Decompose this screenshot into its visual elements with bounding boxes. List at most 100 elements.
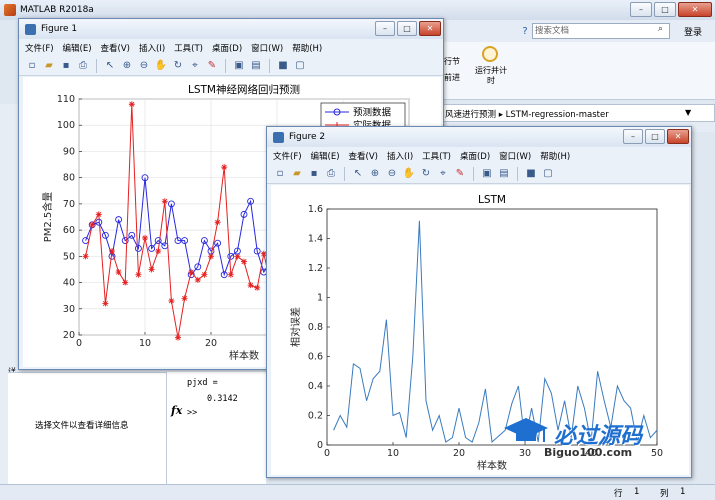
figure2-menubar: 文件(F) 编辑(E) 查看(V) 插入(I) 工具(T) 桌面(D) 窗口(W… xyxy=(267,148,691,164)
link-plot-icon[interactable]: ▣ xyxy=(232,59,246,73)
rotate-icon[interactable]: ↻ xyxy=(171,59,185,73)
figure1-minimize-button[interactable]: – xyxy=(375,21,395,36)
matlab-logo-icon xyxy=(4,4,16,16)
pan-icon[interactable]: ✋ xyxy=(402,167,416,181)
address-bar[interactable]: 风速进行预测 ▸ LSTM-regression-master ▼ xyxy=(440,104,715,122)
open-folder-icon[interactable]: ▰ xyxy=(42,59,56,73)
rotate-icon[interactable]: ↻ xyxy=(419,167,433,181)
menu-tools[interactable]: 工具(T) xyxy=(422,150,451,162)
cmd-prompt[interactable]: >> xyxy=(187,408,197,418)
y-tick-label: 1.2 xyxy=(308,263,323,274)
colorbar-icon[interactable]: ▤ xyxy=(497,167,511,181)
zoom-out-icon[interactable]: ⊖ xyxy=(385,167,399,181)
new-file-icon[interactable]: ▫ xyxy=(273,167,287,181)
address-dropdown-icon[interactable]: ▼ xyxy=(685,108,691,117)
data-cursor-icon[interactable]: ⌖ xyxy=(188,59,202,73)
link-plot-icon[interactable]: ▣ xyxy=(480,167,494,181)
actual-point xyxy=(142,234,148,241)
menu-help[interactable]: 帮助(H) xyxy=(292,42,322,54)
command-window[interactable]: pjxd = 0.3142 fx >> xyxy=(166,372,266,484)
y-tick-label: 1.4 xyxy=(308,234,323,245)
print-icon[interactable]: ⎙ xyxy=(76,59,90,73)
actual-point xyxy=(128,101,135,108)
menu-view[interactable]: 查看(V) xyxy=(349,150,378,162)
x-tick-label: 20 xyxy=(205,338,217,349)
y-tick-label: 0.2 xyxy=(308,411,323,422)
save-icon[interactable]: ▪ xyxy=(307,167,321,181)
menu-edit[interactable]: 编辑(E) xyxy=(63,42,92,54)
brush-icon[interactable]: ✎ xyxy=(205,59,219,73)
close-button[interactable]: ✕ xyxy=(678,2,712,17)
actual-point xyxy=(175,334,181,341)
actual-point xyxy=(135,271,142,278)
ribbon-run-section[interactable]: 行节 xyxy=(444,56,460,67)
figure-icon xyxy=(25,23,36,35)
figure2-close-button[interactable]: ✕ xyxy=(667,129,689,144)
address-path[interactable]: 风速进行预测 ▸ LSTM-regression-master xyxy=(445,108,609,120)
y-tick-label: 20 xyxy=(63,330,75,341)
details-text: 选择文件以查看详细信息 xyxy=(35,421,129,431)
data-cursor-icon[interactable]: ⌖ xyxy=(436,167,450,181)
colorbar-icon[interactable]: ▤ xyxy=(249,59,263,73)
minimize-button[interactable]: – xyxy=(630,2,652,17)
pan-icon[interactable]: ✋ xyxy=(154,59,168,73)
login-button[interactable]: 登录 xyxy=(684,25,702,38)
menu-window[interactable]: 窗口(W) xyxy=(499,150,531,162)
menu-desktop[interactable]: 桌面(D) xyxy=(460,150,490,162)
hide-plot-tools-icon[interactable]: ■ xyxy=(524,167,538,181)
y-tick-label: 50 xyxy=(63,251,75,262)
zoom-in-icon[interactable]: ⊕ xyxy=(368,167,382,181)
actual-point xyxy=(122,279,129,286)
run-and-time-icon[interactable] xyxy=(482,46,498,62)
brush-icon[interactable]: ✎ xyxy=(453,167,467,181)
menu-help[interactable]: 帮助(H) xyxy=(540,150,570,162)
figure1-close-button[interactable]: ✕ xyxy=(419,21,441,36)
menu-edit[interactable]: 编辑(E) xyxy=(311,150,340,162)
print-icon[interactable]: ⎙ xyxy=(324,167,338,181)
menu-file[interactable]: 文件(F) xyxy=(273,150,302,162)
details-panel: 选择文件以查看详细信息 xyxy=(8,372,166,484)
new-file-icon[interactable]: ▫ xyxy=(25,59,39,73)
cmd-variable: pjxd = xyxy=(187,378,218,388)
search-icon[interactable]: ⌕ xyxy=(658,24,663,34)
maximize-button[interactable]: □ xyxy=(654,2,676,17)
show-plot-tools-icon[interactable]: ▢ xyxy=(541,167,555,181)
zoom-out-icon[interactable]: ⊖ xyxy=(137,59,151,73)
x-tick-label: 0 xyxy=(324,448,330,459)
menu-view[interactable]: 查看(V) xyxy=(101,42,130,54)
x-tick-label: 0 xyxy=(76,338,82,349)
quick-access-bar: ? ▼ 搜索文档 ⌕ 登录 xyxy=(440,20,715,42)
actual-point xyxy=(214,219,221,226)
fx-icon[interactable]: fx xyxy=(171,404,182,417)
chart-title: LSTM神经网络回归预测 xyxy=(188,83,300,96)
x-tick-label: 10 xyxy=(139,338,151,349)
search-docs-input[interactable]: 搜索文档 xyxy=(532,23,670,39)
y-tick-label: 110 xyxy=(57,94,75,105)
menu-insert[interactable]: 插入(I) xyxy=(139,42,165,54)
y-tick-label: 1.6 xyxy=(308,204,323,215)
ribbon-advance[interactable]: 前进 xyxy=(444,72,460,83)
menu-insert[interactable]: 插入(I) xyxy=(387,150,413,162)
ribbon-run-time[interactable]: 运行并计时 xyxy=(475,66,507,86)
open-folder-icon[interactable]: ▰ xyxy=(290,167,304,181)
pointer-icon[interactable]: ↖ xyxy=(351,167,365,181)
actual-point xyxy=(254,284,261,291)
figure2-minimize-button[interactable]: – xyxy=(623,129,643,144)
status-row-label: 行 xyxy=(614,489,623,499)
figure1-maximize-button[interactable]: □ xyxy=(397,21,417,36)
hide-plot-tools-icon[interactable]: ■ xyxy=(276,59,290,73)
save-icon[interactable]: ▪ xyxy=(59,59,73,73)
menu-file[interactable]: 文件(F) xyxy=(25,42,54,54)
y-tick-label: 0 xyxy=(317,440,323,451)
x-axis-label: 样本数 xyxy=(477,459,507,472)
show-plot-tools-icon[interactable]: ▢ xyxy=(293,59,307,73)
figure2-maximize-button[interactable]: □ xyxy=(645,129,665,144)
figure2-toolbar: ▫ ▰ ▪ ⎙ ↖ ⊕ ⊖ ✋ ↻ ⌖ ✎ ▣ ▤ ■ ▢ xyxy=(267,164,691,184)
actual-point xyxy=(234,253,241,260)
actual-point xyxy=(201,271,208,278)
zoom-in-icon[interactable]: ⊕ xyxy=(120,59,134,73)
menu-desktop[interactable]: 桌面(D) xyxy=(212,42,242,54)
menu-window[interactable]: 窗口(W) xyxy=(251,42,283,54)
pointer-icon[interactable]: ↖ xyxy=(103,59,117,73)
menu-tools[interactable]: 工具(T) xyxy=(174,42,203,54)
